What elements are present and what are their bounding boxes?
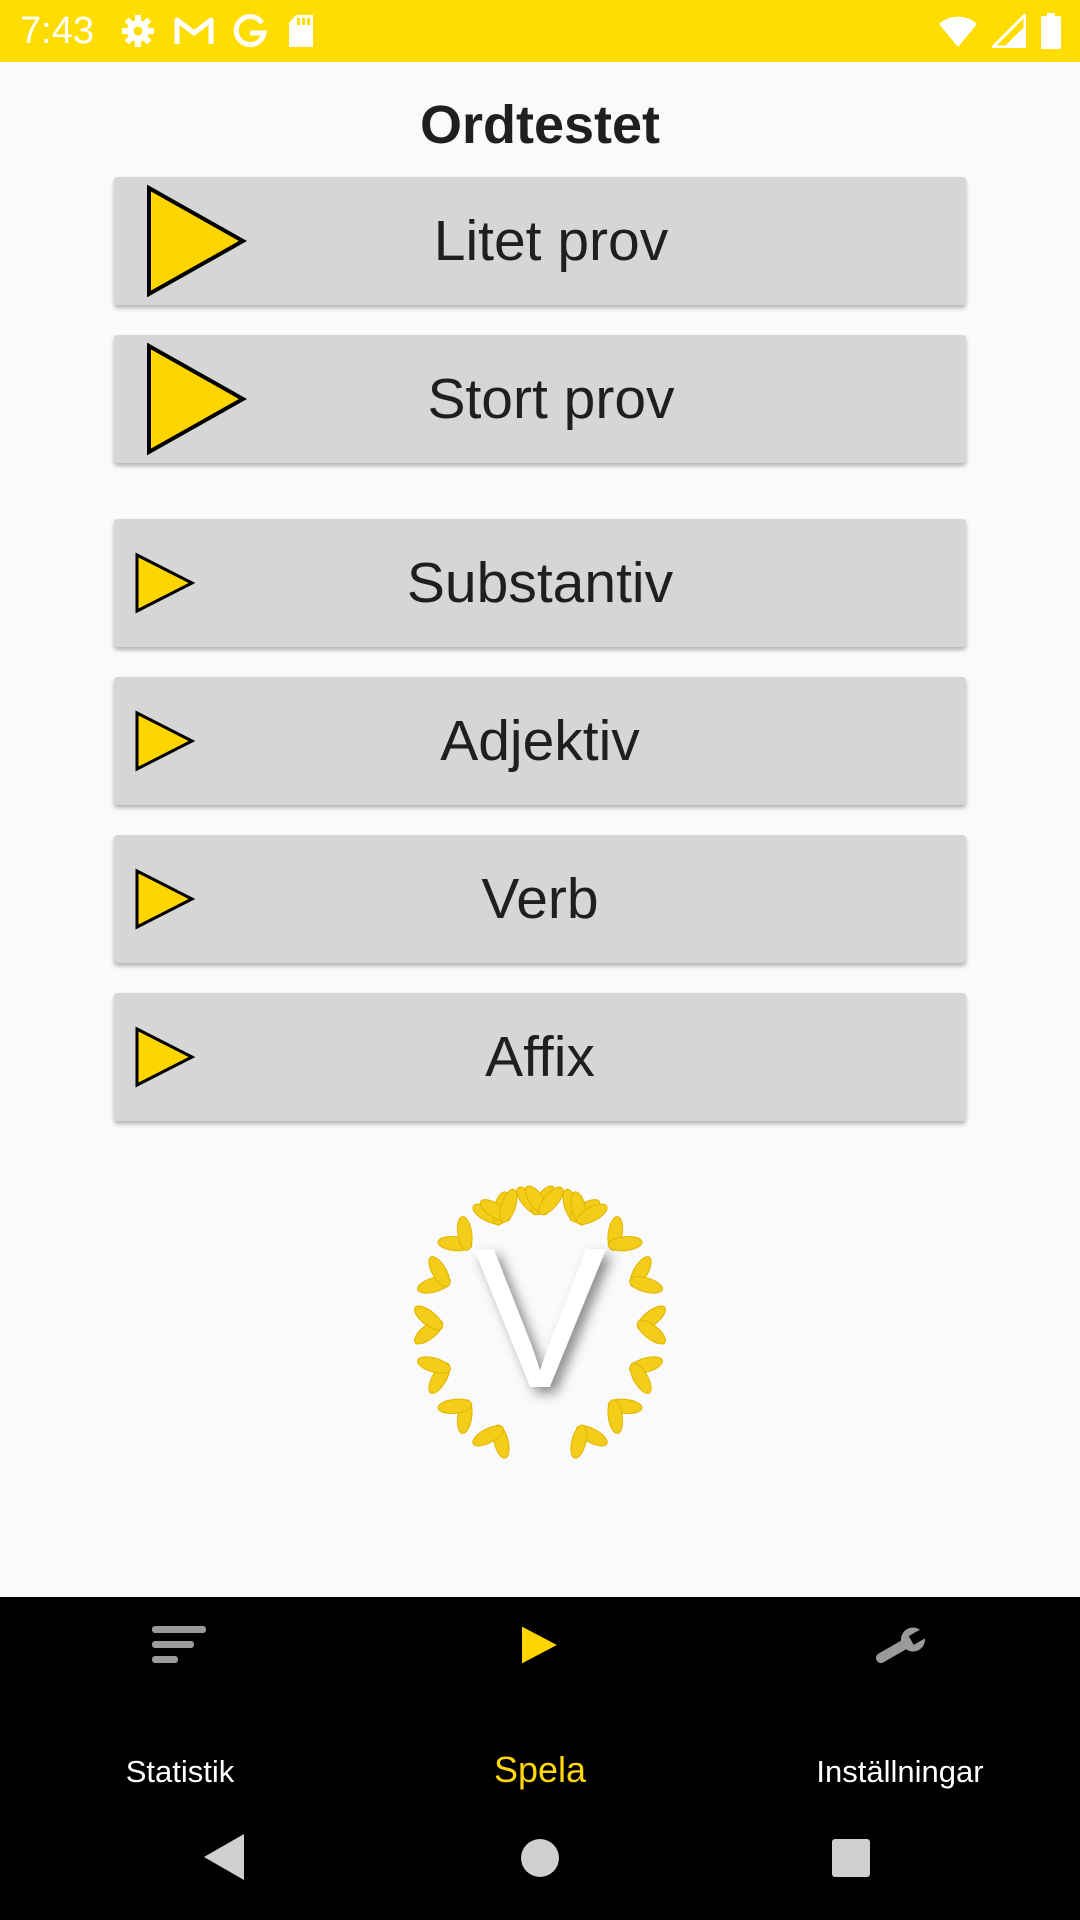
gmail-icon	[174, 17, 214, 44]
status-time: 7:43	[20, 10, 94, 52]
back-icon[interactable]	[200, 1832, 246, 1882]
stort-prov-button[interactable]: Stort prov	[114, 335, 966, 463]
button-label: Adjektiv	[440, 709, 640, 773]
affix-button[interactable]: Affix	[114, 993, 966, 1121]
page-title: Ordtestet	[419, 95, 661, 155]
wifi-icon	[939, 16, 977, 47]
home-icon[interactable]	[519, 1837, 561, 1879]
recents-icon[interactable]	[830, 1836, 872, 1880]
gear-icon	[122, 15, 154, 47]
litet-prov-button[interactable]: Litet prov	[114, 177, 966, 305]
button-label: Verb	[481, 867, 599, 931]
verb-button[interactable]: Verb	[114, 835, 966, 963]
google-icon	[233, 14, 267, 48]
substantiv-button[interactable]: Substantiv	[114, 519, 966, 647]
sort-icon	[152, 1626, 206, 1663]
wrench-icon	[875, 1627, 928, 1663]
bottom-navigation: Statistik Spela Inställningar	[0, 1597, 1080, 1800]
button-label: Litet prov	[433, 209, 669, 273]
status-bar: 7:43	[0, 0, 1080, 62]
signal-icon	[992, 14, 1026, 48]
adjektiv-button[interactable]: Adjektiv	[114, 677, 966, 805]
button-label: Affix	[485, 1025, 595, 1089]
button-label: Stort prov	[427, 367, 675, 431]
battery-icon	[1041, 13, 1061, 49]
play-icon	[520, 1623, 562, 1667]
nav-spela[interactable]: Spela	[360, 1597, 720, 1800]
emblem-letter: V	[473, 1207, 606, 1430]
system-navigation	[0, 1800, 1080, 1920]
nav-statistik[interactable]: Statistik	[0, 1597, 360, 1800]
laurel-wreath-icon: V	[413, 1185, 667, 1459]
nav-label: Inställningar	[816, 1754, 984, 1789]
button-label: Substantiv	[406, 551, 674, 615]
sd-card-icon	[289, 15, 313, 47]
nav-label: Spela	[493, 1749, 587, 1790]
nav-installningar[interactable]: Inställningar	[720, 1597, 1080, 1800]
nav-label: Statistik	[125, 1754, 235, 1789]
